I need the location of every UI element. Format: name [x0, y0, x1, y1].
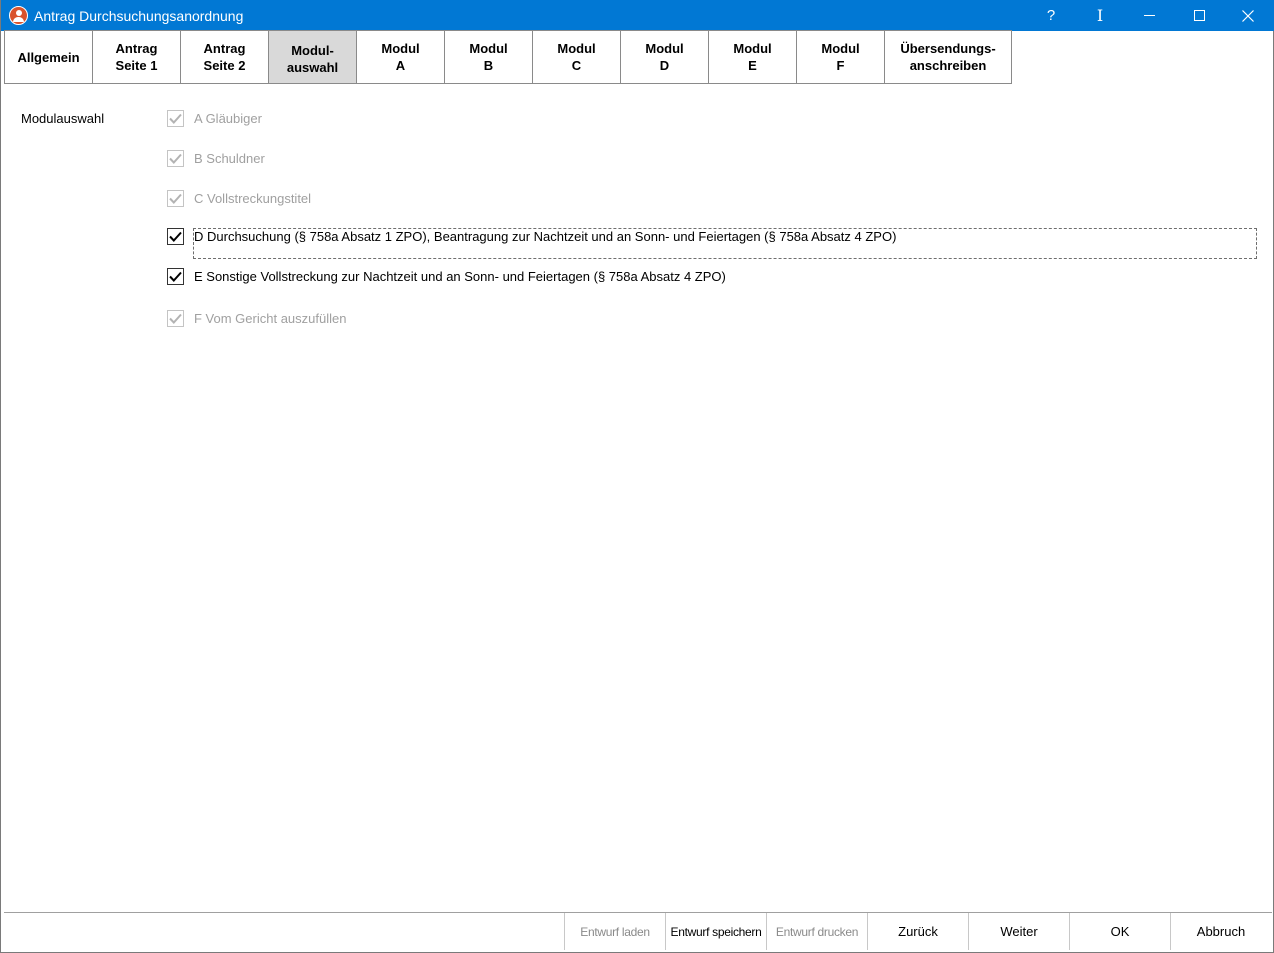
- modulauswahl-label: Modulauswahl: [21, 111, 105, 126]
- tab-uebersendungsanschreiben[interactable]: Übersendungs- anschreiben: [884, 30, 1012, 84]
- option-c-vollstreckungstitel[interactable]: C Vollstreckungstitel: [167, 188, 311, 208]
- checkbox-checked-icon: [167, 267, 184, 285]
- option-f-vom-gericht[interactable]: F Vom Gericht auszufüllen: [167, 308, 346, 328]
- option-label: A Gläubiger: [194, 110, 262, 126]
- checkbox-checked-icon: [167, 109, 184, 127]
- tab-modul-d[interactable]: Modul D: [620, 30, 709, 84]
- tab-antrag-seite-1[interactable]: Antrag Seite 1: [92, 30, 181, 84]
- tab-allgemein[interactable]: Allgemein: [4, 30, 93, 84]
- checkbox-checked-icon: [167, 189, 184, 207]
- close-icon: [1242, 9, 1254, 22]
- option-d-durchsuchung[interactable]: D Durchsuchung (§ 758a Absatz 1 ZPO), Be…: [167, 226, 896, 246]
- abbruch-button[interactable]: Abbruch: [1170, 913, 1271, 950]
- tab-bar: Allgemein Antrag Seite 1 Antrag Seite 2 …: [4, 30, 1012, 84]
- entwurf-drucken-button[interactable]: Entwurf drucken: [766, 913, 867, 950]
- help-button[interactable]: ?: [1028, 0, 1074, 31]
- option-label: B Schuldner: [194, 150, 265, 166]
- tab-antrag-seite-2[interactable]: Antrag Seite 2: [180, 30, 269, 84]
- option-label: C Vollstreckungstitel: [194, 190, 312, 206]
- minimize-icon: [1143, 15, 1155, 16]
- title-bar: Antrag Durchsuchungsanordnung ? I: [1, 0, 1274, 31]
- tab-modul-f[interactable]: Modul F: [796, 30, 885, 84]
- ok-button[interactable]: OK: [1069, 913, 1170, 950]
- entwurf-speichern-button[interactable]: Entwurf speichern: [665, 913, 766, 950]
- weiter-button[interactable]: Weiter: [968, 913, 1069, 950]
- tab-modul-b[interactable]: Modul B: [444, 30, 533, 84]
- dialog-window: Antrag Durchsuchungsanordnung ? I Allgem…: [0, 0, 1274, 953]
- zurueck-button[interactable]: Zurück: [867, 913, 968, 950]
- text-cursor-icon: I: [1096, 6, 1104, 25]
- tab-modul-e[interactable]: Modul E: [708, 30, 797, 84]
- minimize-button[interactable]: [1126, 0, 1172, 31]
- entwurf-laden-button[interactable]: Entwurf laden: [564, 913, 665, 950]
- close-button[interactable]: [1225, 0, 1271, 31]
- option-b-schuldner[interactable]: B Schuldner: [167, 148, 265, 168]
- option-e-sonstige-vollstreckung[interactable]: E Sonstige Vollstreckung zur Nachtzeit u…: [167, 266, 726, 286]
- option-a-glaeubiger[interactable]: A Gläubiger: [167, 108, 262, 128]
- maximize-icon: [1193, 10, 1205, 21]
- checkbox-checked-icon: [167, 309, 184, 327]
- option-label: E Sonstige Vollstreckung zur Nachtzeit u…: [194, 268, 726, 284]
- tab-modul-a[interactable]: Modul A: [356, 30, 445, 84]
- window-title: Antrag Durchsuchungsanordnung: [34, 8, 244, 24]
- checkbox-checked-icon: [167, 227, 184, 245]
- app-icon: [9, 6, 28, 25]
- option-label: D Durchsuchung (§ 758a Absatz 1 ZPO), Be…: [194, 228, 897, 244]
- option-label: F Vom Gericht auszufüllen: [194, 310, 347, 326]
- tab-modul-c[interactable]: Modul C: [532, 30, 621, 84]
- tab-modulauswahl[interactable]: Modul- auswahl: [268, 30, 357, 84]
- maximize-button[interactable]: [1176, 0, 1222, 31]
- checkbox-checked-icon: [167, 149, 184, 167]
